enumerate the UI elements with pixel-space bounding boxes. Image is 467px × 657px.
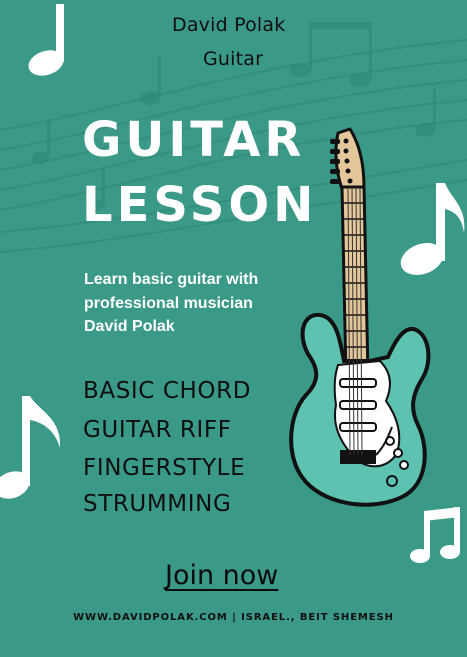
brand-subtitle: Guitar xyxy=(203,48,264,70)
topic-fingerstyle: FINGERSTYLE xyxy=(83,455,246,481)
intro-text-line-1: Learn basic guitar with xyxy=(84,271,259,288)
poster: David Polak Guitar GUITAR LESSON Learn b… xyxy=(0,0,467,657)
join-now-link[interactable]: Join now xyxy=(165,560,278,591)
intro-text-line-3: David Polak xyxy=(84,318,175,335)
topic-guitar-riff: GUITAR RIFF xyxy=(83,417,232,443)
topic-basic-chord: BASIC CHORD xyxy=(83,378,252,404)
music-note-icon xyxy=(28,4,64,76)
brand-name: David Polak xyxy=(172,14,286,36)
headline-line-2: LESSON xyxy=(82,177,318,233)
headline-line-1: GUITAR xyxy=(82,112,306,168)
footer-contact: WWW.DAVIDPOLAK.COM | ISRAEL., BEIT SHEME… xyxy=(73,612,394,623)
topic-strumming: STRUMMING xyxy=(83,491,232,517)
eighth-note-icon xyxy=(0,396,61,499)
intro-text-line-2: professional musician xyxy=(84,295,253,312)
